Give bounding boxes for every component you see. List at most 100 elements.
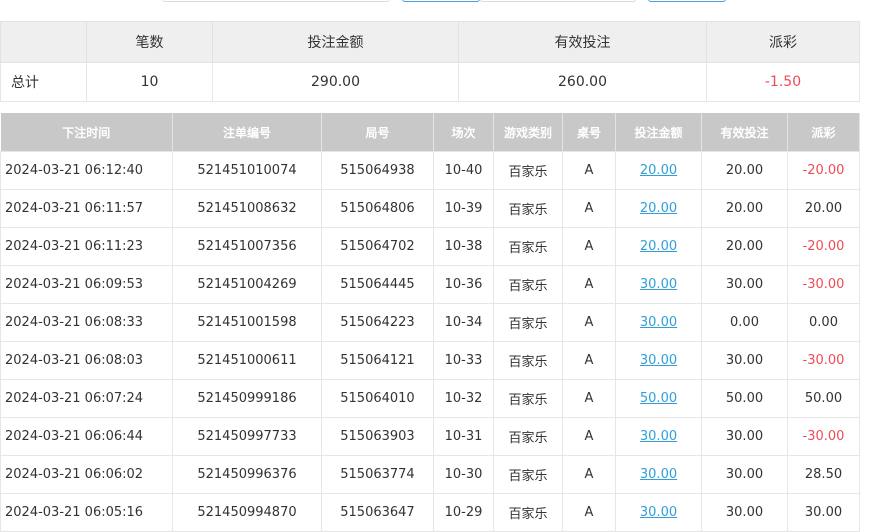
bet-amount-cell: 20.00 xyxy=(615,227,702,266)
header-game-type: 游戏类别 xyxy=(493,113,563,152)
round-id-cell: 515064938 xyxy=(321,151,434,190)
summary-header-bet-amount: 投注金额 xyxy=(212,21,459,63)
summary-bet-amount: 290.00 xyxy=(212,62,459,102)
bet-amount-cell: 20.00 xyxy=(615,189,702,228)
bet-amount-link[interactable]: 50.00 xyxy=(640,391,677,406)
bet-id-cell: 521451000611 xyxy=(172,341,322,380)
valid-bet-cell: 0.00 xyxy=(701,303,788,342)
bet-time-cell: 2024-03-21 06:11:57 xyxy=(0,189,173,228)
bet-id-cell: 521450997733 xyxy=(172,417,322,456)
summary-header-count: 笔数 xyxy=(86,21,213,63)
bet-id-cell: 521451001598 xyxy=(172,303,322,342)
table-no-cell: A xyxy=(562,303,616,342)
payout-cell: -20.00 xyxy=(787,227,860,266)
table-row: 2024-03-21 06:11:57 521451008632 515064806… xyxy=(0,189,860,228)
bet-amount-link[interactable]: 20.00 xyxy=(640,239,677,254)
valid-bet-cell: 30.00 xyxy=(701,417,788,456)
summary-total-row: 总计 10 290.00 260.00 -1.50 xyxy=(0,62,860,102)
bet-id-cell: 521450999186 xyxy=(172,379,322,418)
valid-bet-cell: 30.00 xyxy=(701,265,788,304)
header-payout: 派彩 xyxy=(787,113,860,152)
table-row: 2024-03-21 06:06:44 521450997733 515063903… xyxy=(0,417,860,456)
summary-payout: -1.50 xyxy=(706,62,860,102)
filter-button[interactable] xyxy=(402,0,480,2)
table-row: 2024-03-21 06:07:24 521450999186 515064010… xyxy=(0,379,860,418)
summary-table: 笔数 投注金额 有效投注 派彩 总计 10 290.00 260.00 -1.5… xyxy=(0,21,860,102)
valid-bet-cell: 30.00 xyxy=(701,455,788,494)
game-type-cell: 百家乐 xyxy=(493,455,563,494)
round-id-cell: 515063903 xyxy=(321,417,434,456)
bet-amount-link[interactable]: 30.00 xyxy=(640,353,677,368)
payout-cell: 20.00 xyxy=(787,189,860,228)
bet-time-cell: 2024-03-21 06:06:44 xyxy=(0,417,173,456)
search-button[interactable] xyxy=(648,0,726,2)
header-bet-amount: 投注金额 xyxy=(615,113,702,152)
bet-time-cell: 2024-03-21 06:08:03 xyxy=(0,341,173,380)
round-id-cell: 515064445 xyxy=(321,265,434,304)
bet-time-cell: 2024-03-21 06:12:40 xyxy=(0,151,173,190)
round-id-cell: 515064702 xyxy=(321,227,434,266)
bet-detail-table: 下注时间 注单编号 局号 场次 游戏类别 桌号 投注金额 有效投注 派彩 202… xyxy=(0,113,860,532)
bet-amount-link[interactable]: 30.00 xyxy=(640,429,677,444)
game-type-cell: 百家乐 xyxy=(493,379,563,418)
table-no-cell: A xyxy=(562,151,616,190)
table-row: 2024-03-21 06:12:40 521451010074 515064938… xyxy=(0,151,860,190)
payout-cell: 0.00 xyxy=(787,303,860,342)
session-cell: 10-34 xyxy=(433,303,494,342)
table-no-cell: A xyxy=(562,341,616,380)
table-no-cell: A xyxy=(562,227,616,266)
bet-time-cell: 2024-03-21 06:09:53 xyxy=(0,265,173,304)
valid-bet-cell: 20.00 xyxy=(701,189,788,228)
bet-amount-cell: 30.00 xyxy=(615,303,702,342)
table-no-cell: A xyxy=(562,265,616,304)
bet-time-cell: 2024-03-21 06:08:33 xyxy=(0,303,173,342)
table-row: 2024-03-21 06:06:02 521450996376 515063774… xyxy=(0,455,860,494)
bet-amount-cell: 50.00 xyxy=(615,379,702,418)
session-cell: 10-40 xyxy=(433,151,494,190)
valid-bet-cell: 50.00 xyxy=(701,379,788,418)
bet-amount-link[interactable]: 20.00 xyxy=(640,163,677,178)
payout-cell: -30.00 xyxy=(787,341,860,380)
bet-amount-cell: 20.00 xyxy=(615,151,702,190)
summary-header-valid-bet: 有效投注 xyxy=(458,21,707,63)
payout-cell: -30.00 xyxy=(787,417,860,456)
payout-cell: -30.00 xyxy=(787,265,860,304)
session-cell: 10-36 xyxy=(433,265,494,304)
summary-total-label: 总计 xyxy=(0,62,87,102)
summary-valid-bet: 260.00 xyxy=(458,62,707,102)
round-id-cell: 515064806 xyxy=(321,189,434,228)
table-row: 2024-03-21 06:11:23 521451007356 515064702… xyxy=(0,227,860,266)
filter-select[interactable] xyxy=(480,0,636,2)
payout-cell: 50.00 xyxy=(787,379,860,418)
session-cell: 10-30 xyxy=(433,455,494,494)
session-cell: 10-32 xyxy=(433,379,494,418)
bet-id-cell: 521451007356 xyxy=(172,227,322,266)
header-round-id: 局号 xyxy=(321,113,434,152)
header-bet-id: 注单编号 xyxy=(172,113,322,152)
session-cell: 10-31 xyxy=(433,417,494,456)
table-no-cell: A xyxy=(562,455,616,494)
game-type-cell: 百家乐 xyxy=(493,341,563,380)
table-row: 2024-03-21 06:09:53 521451004269 515064445… xyxy=(0,265,860,304)
game-type-cell: 百家乐 xyxy=(493,265,563,304)
bet-amount-link[interactable]: 30.00 xyxy=(640,467,677,482)
bet-amount-link[interactable]: 30.00 xyxy=(640,277,677,292)
bet-amount-link[interactable]: 30.00 xyxy=(640,315,677,330)
valid-bet-cell: 20.00 xyxy=(701,227,788,266)
header-bet-time: 下注时间 xyxy=(0,113,173,152)
bet-amount-cell: 30.00 xyxy=(615,265,702,304)
payout-cell: 28.50 xyxy=(787,455,860,494)
bet-id-cell: 521451004269 xyxy=(172,265,322,304)
bet-id-cell: 521451010074 xyxy=(172,151,322,190)
round-id-cell: 515064121 xyxy=(321,341,434,380)
table-row: 2024-03-21 06:08:03 521451000611 515064121… xyxy=(0,341,860,380)
bet-amount-link[interactable]: 30.00 xyxy=(640,505,677,520)
payout-cell: -20.00 xyxy=(787,151,860,190)
session-cell: 10-38 xyxy=(433,227,494,266)
header-table-no: 桌号 xyxy=(562,113,616,152)
summary-header-empty xyxy=(0,21,87,63)
bet-amount-link[interactable]: 20.00 xyxy=(640,201,677,216)
bet-time-cell: 2024-03-21 06:06:02 xyxy=(0,455,173,494)
round-id-cell: 515064223 xyxy=(321,303,434,342)
date-range-input[interactable] xyxy=(162,0,390,2)
